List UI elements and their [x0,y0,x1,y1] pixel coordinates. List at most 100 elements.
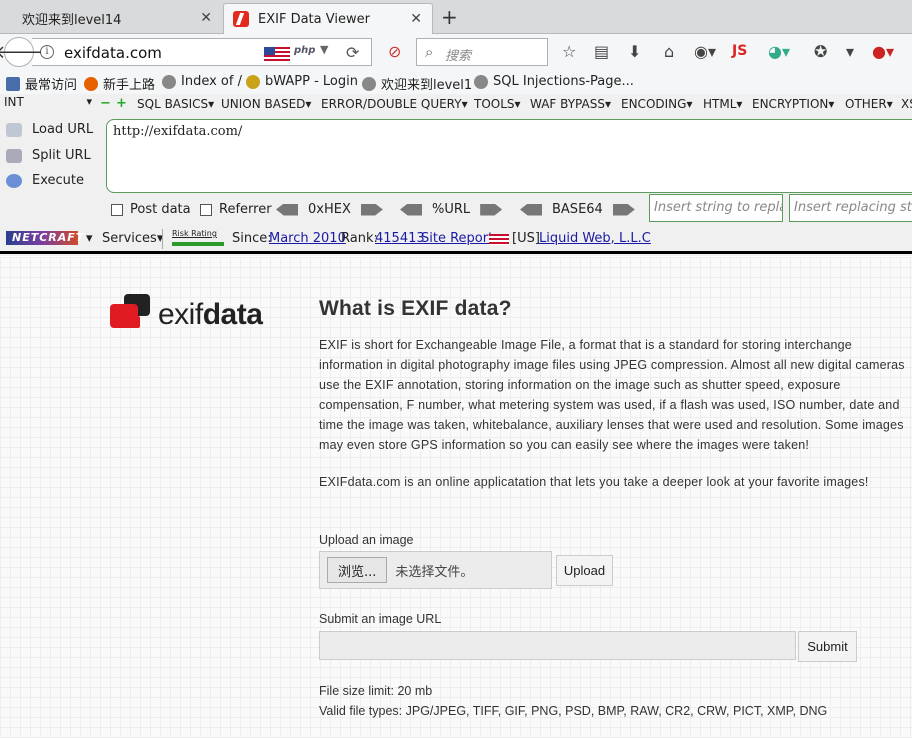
execute-button[interactable]: Execute [6,173,84,188]
page-content: exifdata What is EXIF data? EXIF is shor… [0,257,912,738]
upload-label: Upload an image [319,533,414,547]
arrow-left-icon[interactable] [276,203,298,216]
search-placeholder: 搜索 [445,49,472,64]
php-badge: php [294,45,316,56]
arrow-left-icon[interactable] [520,203,542,216]
url-bar[interactable]: i exifdata.com php ▼ ⟳ [32,38,372,66]
chevron-down-icon[interactable]: ▾ [846,42,854,61]
new-tab-plus-icon[interactable]: + [441,5,458,29]
bookmark-index[interactable]: Index of / [162,74,242,89]
load-url-button[interactable]: Load URL [6,122,93,137]
menu-sql-basics[interactable]: SQL BASICS▾ [137,97,214,111]
close-icon[interactable]: ✕ [200,10,212,26]
hackbar-menu: INT ▾ − + SQL BASICS▾ UNION BASED▾ ERROR/… [0,94,912,114]
addon-globe-icon[interactable]: ◉▾ [694,42,716,61]
services-menu[interactable]: Services▾ [102,231,163,246]
reload-icon[interactable]: ⟳ [346,43,359,62]
chevron-down-icon: ▾ [86,95,92,108]
divider [162,229,163,249]
replacing-string-input[interactable]: Insert replacing string [789,194,912,222]
url-label: Submit an image URL [319,612,442,626]
hex-encoder[interactable]: 0xHEX [276,202,383,217]
bee-icon [246,74,260,89]
type-select[interactable]: INT ▾ [4,95,94,113]
home-icon[interactable]: ⌂ [664,42,674,61]
arrow-left-icon: 🡐 [0,41,44,63]
bookmark-bwapp[interactable]: bWAPP - Login [246,74,358,89]
upload-limits: File size limit: 20 mb Valid file types:… [319,681,827,721]
reading-list-icon[interactable]: ▤ [594,42,609,61]
netcraft-toolbar: NETCRAFT ▾ Services▾ Risk Rating Since: … [0,226,912,254]
menu-error-double-query[interactable]: ERROR/DOUBLE QUERY▾ [321,97,468,111]
host-link[interactable]: Liquid Web, L.L.C [539,231,651,246]
menu-html[interactable]: HTML▾ [703,97,742,111]
download-icon[interactable]: ⬇ [628,42,641,61]
insert-string-input[interactable]: Insert string to replace [649,194,783,222]
base64-encoder[interactable]: BASE64 [520,202,635,217]
tab-level14[interactable]: 欢迎来到level14 ✕ [0,3,222,34]
bookmark-getting-started[interactable]: 新手上路 [84,74,155,93]
close-icon[interactable]: ✕ [410,11,422,27]
file-input[interactable]: 浏览... 未选择文件。 [319,551,552,589]
rank-label: Rank: [341,231,378,246]
minus-icon[interactable]: − [100,96,111,111]
image-url-input[interactable] [319,631,796,660]
gear-icon [6,76,20,91]
risk-rating-meter[interactable]: Risk Rating [172,229,224,246]
tab-exif-viewer[interactable]: EXIF Data Viewer ✕ [223,3,433,34]
upload-button[interactable]: Upload [556,555,613,586]
tab-title: 欢迎来到level14 [22,13,122,28]
intro-section: What is EXIF data? EXIF is short for Exc… [319,297,911,492]
js-toggle[interactable]: JS [732,43,747,59]
page-title: What is EXIF data? [319,297,512,320]
rank-link[interactable]: 415413 [375,231,425,246]
navigation-bar: i exifdata.com php ▼ ⟳ 🡐 ⊘ ⌕ 搜索 ☆ ▤ ⬇ ⌂ … [0,34,912,70]
chevron-down-icon[interactable]: ▼ [320,43,328,56]
netcraft-menu-caret[interactable]: ▾ [86,231,93,246]
netcraft-logo[interactable]: NETCRAFT [6,231,83,245]
url-encoder[interactable]: %URL [400,202,503,217]
split-url-button[interactable]: Split URL [6,148,91,163]
arrow-right-icon[interactable] [360,203,383,216]
hackbar-url-textarea[interactable]: http://exifdata.com/ [106,119,912,193]
bookmark-most-visited[interactable]: 最常访问 [6,74,77,93]
intro-paragraph-2: EXIFdata.com is an online applicatation … [319,475,869,489]
globe-icon [474,74,488,89]
extension-icon[interactable]: ●▾ [872,42,894,61]
back-button[interactable]: 🡐 [0,37,43,67]
block-icon[interactable]: ⊘ [388,42,401,61]
arrow-right-icon[interactable] [612,203,635,216]
execute-icon [6,173,22,188]
bookmark-level1[interactable]: 欢迎来到level1 [362,74,472,93]
plus-icon[interactable]: + [116,96,127,111]
palette-icon[interactable]: ✪ [814,42,827,61]
menu-union-based[interactable]: UNION BASED▾ [221,97,311,111]
file-types-text: Valid file types: JPG/JPEG, TIFF, GIF, P… [319,704,828,718]
site-report-link[interactable]: Site Report [421,231,493,246]
globe-icon[interactable]: ◕▾ [768,42,790,61]
search-box[interactable]: ⌕ 搜索 [416,38,548,66]
referrer-checkbox[interactable]: Referrer [200,202,272,217]
menu-other[interactable]: OTHER▾ [845,97,893,111]
firefox-icon [84,76,98,91]
logo-text-light: exif [158,298,203,331]
logo-text-bold: data [202,298,263,331]
menu-xss[interactable]: XS [901,97,912,111]
menu-encoding[interactable]: ENCODING▾ [621,97,692,111]
star-icon[interactable]: ☆ [562,42,576,61]
exifdata-logo[interactable]: exifdata [110,294,280,338]
tab-strip: 欢迎来到level14 ✕ EXIF Data Viewer ✕ + [0,0,912,34]
arrow-right-icon[interactable] [480,203,503,216]
submit-button[interactable]: Submit [798,631,857,662]
browse-button[interactable]: 浏览... [327,557,388,583]
menu-tools[interactable]: TOOLS▾ [474,97,521,111]
menu-waf-bypass[interactable]: WAF BYPASS▾ [530,97,611,111]
menu-encryption[interactable]: ENCRYPTION▾ [752,97,834,111]
globe-icon [362,76,376,91]
post-data-checkbox[interactable]: Post data [111,202,191,217]
since-link[interactable]: March 2010 [269,231,346,246]
intro-paragraph: EXIF is short for Exchangeable Image Fil… [319,338,905,452]
bookmark-sql-injections[interactable]: SQL Injections-Page... [474,74,634,89]
url-text[interactable]: exifdata.com [64,44,162,62]
arrow-left-icon[interactable] [400,203,422,216]
